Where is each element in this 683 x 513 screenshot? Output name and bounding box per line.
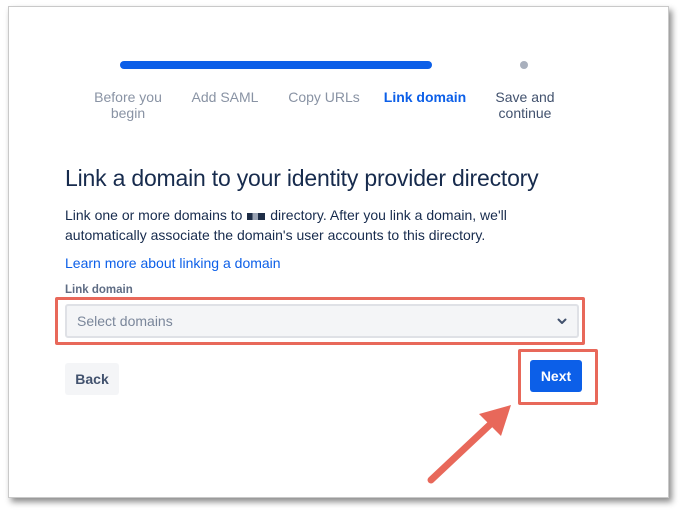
next-button[interactable]: Next <box>530 360 582 392</box>
step-copy-urls: Copy URLs <box>288 89 360 105</box>
progress-step-upcoming-dot <box>520 61 528 69</box>
redacted-org-name <box>247 212 266 220</box>
select-placeholder: Select domains <box>77 313 173 329</box>
app-window: Before you begin Add SAML Copy URLs Link… <box>8 6 669 498</box>
chevron-down-icon <box>557 318 567 324</box>
step-before-you-begin: Before you begin <box>94 89 162 121</box>
back-button[interactable]: Back <box>65 363 119 395</box>
step-save-and-continue: Save and continue <box>495 89 555 121</box>
select-domains-dropdown[interactable]: Select domains <box>65 304 579 338</box>
link-domain-label: Link domain <box>65 284 133 296</box>
page-title: Link a domain to your identity provider … <box>65 165 539 191</box>
annotation-arrow-icon <box>427 405 511 484</box>
step-add-saml: Add SAML <box>191 89 259 105</box>
learn-more-link[interactable]: Learn more about linking a domain <box>65 255 281 271</box>
progress-bar-completed <box>120 61 432 69</box>
step-link-domain: Link domain <box>383 89 467 105</box>
page-description: Link one or more domains to directory. A… <box>65 207 507 243</box>
